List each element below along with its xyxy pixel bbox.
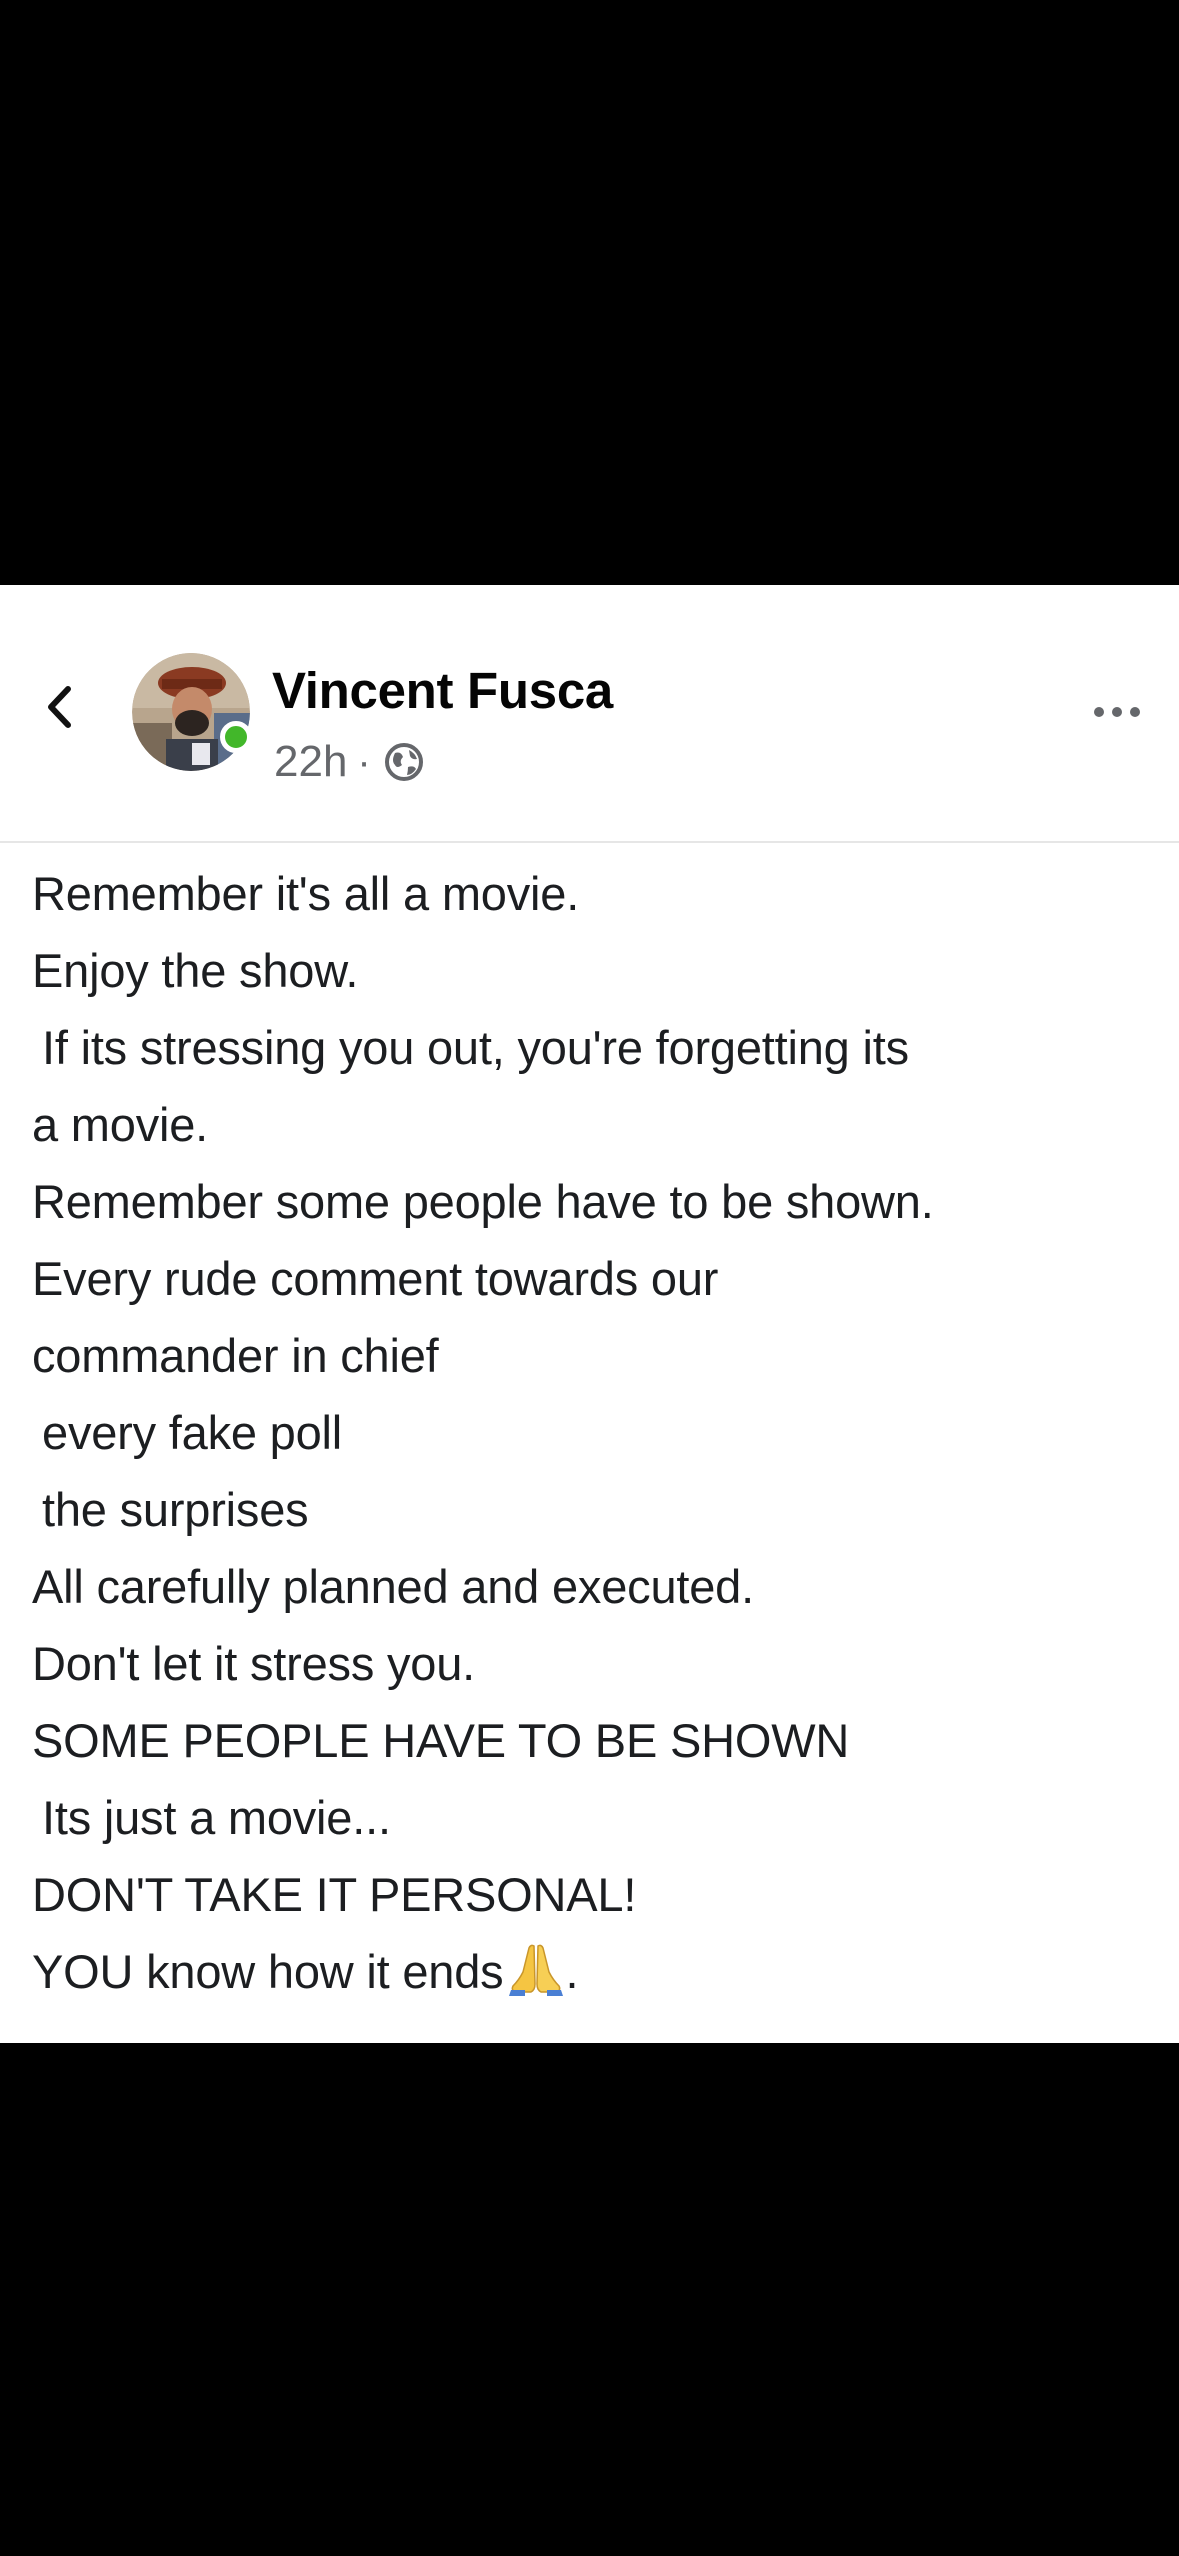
post-card: Vincent Fusca 22h · Remember it's all a … (0, 585, 1179, 2043)
post-line: Enjoy the show. (32, 944, 359, 997)
globe-icon (384, 743, 423, 781)
post-line: If its stressing you out, you're forgett… (42, 1021, 909, 1074)
post-timestamp[interactable]: 22h (274, 737, 347, 787)
post-line: Remember it's all a movie. (32, 867, 580, 920)
post-line: Don't let it stress you. (32, 1637, 476, 1690)
post-line: a movie. (32, 1098, 209, 1151)
screen: Vincent Fusca 22h · Remember it's all a … (0, 0, 1179, 2556)
post-header: Vincent Fusca 22h · (0, 585, 1179, 843)
back-button[interactable] (34, 677, 84, 737)
post-line: Every rude comment towards our (32, 1252, 719, 1305)
post-line-text: YOU know how it ends (32, 1945, 504, 1998)
post-line: Remember some people have to be shown. (32, 1175, 934, 1228)
chevron-left-icon (48, 686, 71, 728)
post-body: Remember it's all a movie. Enjoy the sho… (32, 855, 1152, 2010)
praying-hands-emoji (509, 1944, 564, 1996)
author-name[interactable]: Vincent Fusca (272, 661, 613, 720)
meta-separator: · (357, 739, 371, 784)
post-line-suffix: . (565, 1945, 579, 1998)
profile-photo (132, 653, 250, 771)
post-meta: 22h · (274, 737, 425, 787)
post-line: commander in chief (32, 1329, 439, 1382)
post-line: SOME PEOPLE HAVE TO BE SHOWN (32, 1714, 850, 1767)
post-line: All carefully planned and executed. (32, 1560, 754, 1613)
post-line: DON'T TAKE IT PERSONAL! (32, 1868, 637, 1921)
avatar[interactable] (132, 653, 252, 771)
online-status-dot (220, 721, 252, 753)
post-line: the surprises (42, 1483, 309, 1536)
post-line: Its just a movie... (42, 1791, 391, 1844)
more-horizontal-icon (1094, 707, 1140, 717)
post-line: every fake poll (42, 1406, 343, 1459)
more-options-button[interactable] (1087, 697, 1147, 727)
post-line-last: YOU know how it ends . (32, 1933, 1152, 2010)
